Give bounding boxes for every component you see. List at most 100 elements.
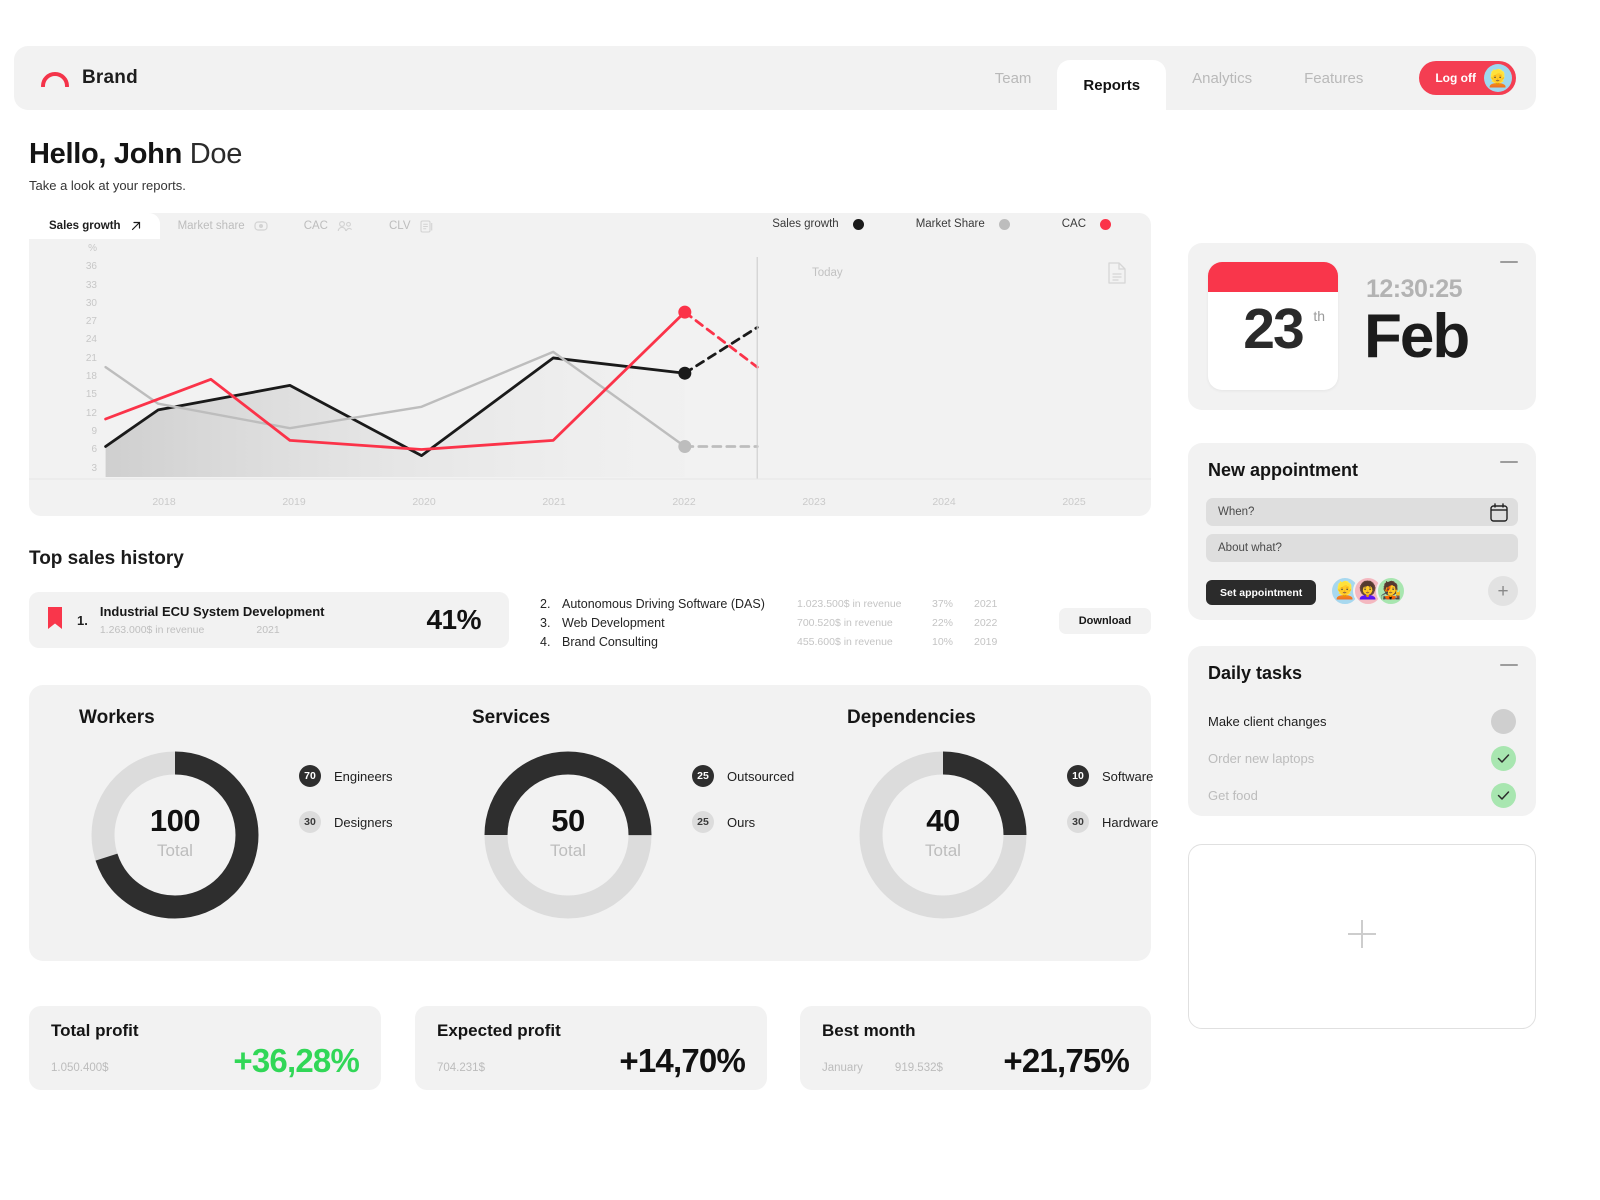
- task-row[interactable]: Make client changes: [1208, 709, 1516, 734]
- hero-sub: 1.263.000$ in revenue 2021: [100, 624, 325, 636]
- legend-row: 25 Outsourced: [692, 765, 794, 787]
- appointment-attendee-avatars: 👱 👩‍🦱 🧑‍🎤: [1330, 576, 1406, 606]
- stat-amount: 704.231$: [437, 1062, 485, 1074]
- stat-title: Total profit: [51, 1021, 139, 1040]
- x-tick: 2020: [412, 496, 436, 508]
- document-icon[interactable]: [1107, 261, 1127, 290]
- daily-tasks-card: Daily tasks Make client changes Order ne…: [1188, 646, 1536, 816]
- appointment-when-input[interactable]: [1206, 498, 1518, 526]
- y-tick: 21: [85, 352, 97, 364]
- logoff-label: Log off: [1435, 71, 1476, 85]
- tab-clv[interactable]: CLV: [371, 213, 451, 239]
- donut-total-label: Total: [550, 841, 586, 860]
- top-sales-list: 2. Autonomous Driving Software (DAS) 1.0…: [540, 594, 1040, 651]
- hero-year: 2021: [256, 624, 280, 636]
- appointment-about-input[interactable]: [1206, 534, 1518, 562]
- chart-legend: Sales growth Market Share CAC: [772, 218, 1111, 230]
- stat-title: Best month: [822, 1021, 916, 1040]
- donut-title-dependencies: Dependencies: [847, 707, 976, 728]
- minimize-icon[interactable]: [1500, 261, 1518, 263]
- y-tick: 12: [85, 407, 97, 419]
- nav-item-team[interactable]: Team: [969, 46, 1058, 110]
- row-revenue: 700.520$ in revenue: [797, 616, 893, 629]
- task-row[interactable]: Order new laptops: [1208, 746, 1516, 771]
- chart-tab-bar: Sales growth Market share CAC CLV: [29, 213, 451, 239]
- x-tick: 2024: [932, 496, 956, 508]
- avatar[interactable]: 🧑‍🎤: [1376, 576, 1406, 606]
- download-button[interactable]: Download: [1059, 608, 1151, 634]
- row-revenue: 455.600$ in revenue: [797, 635, 893, 648]
- hero-name: Industrial ECU System Development: [99, 604, 325, 619]
- legend-label: Engineers: [334, 768, 393, 784]
- top-navigation-bar: Brand Team Reports Analytics Features Lo…: [14, 46, 1536, 110]
- list-item[interactable]: 3. Web Development 700.520$ in revenue 2…: [540, 613, 1040, 632]
- donut-legend-dependencies: 10 Software 30 Hardware: [1067, 765, 1158, 857]
- legend-cac: CAC: [1062, 218, 1111, 230]
- hero-text: Industrial ECU System Development 1.263.…: [100, 604, 325, 636]
- y-tick: 36: [85, 261, 97, 273]
- nav-item-analytics[interactable]: Analytics: [1166, 46, 1278, 110]
- calendar-picker-icon[interactable]: [1490, 503, 1508, 527]
- tab-cac-label: CAC: [303, 220, 328, 232]
- top-sales-hero-item[interactable]: 1. Industrial ECU System Development 1.2…: [29, 592, 509, 648]
- minimize-icon[interactable]: [1500, 461, 1518, 463]
- y-tick: 6: [91, 444, 97, 456]
- tasks-title: Daily tasks: [1208, 663, 1303, 683]
- nav-item-features[interactable]: Features: [1278, 46, 1389, 110]
- task-checkbox[interactable]: [1491, 709, 1516, 734]
- task-checkbox[interactable]: [1491, 746, 1516, 771]
- y-tick: 27: [85, 316, 97, 328]
- task-label: Make client changes: [1208, 714, 1327, 729]
- plus-icon[interactable]: [1341, 913, 1383, 960]
- x-tick: 2019: [282, 496, 306, 508]
- logoff-button[interactable]: Log off 👱: [1419, 61, 1516, 95]
- people-icon: [337, 220, 353, 232]
- greeting: Hello, John Doe Take a look at your repo…: [29, 138, 242, 193]
- list-item[interactable]: 2. Autonomous Driving Software (DAS) 1.0…: [540, 594, 1040, 613]
- eye-icon: [254, 220, 268, 232]
- stat-title: Expected profit: [437, 1021, 561, 1040]
- calendar-header-strip: [1208, 262, 1338, 292]
- minimize-icon[interactable]: [1500, 664, 1518, 666]
- row-year: 2022: [974, 616, 998, 629]
- tab-market-share-label: Market share: [177, 220, 245, 232]
- nav-item-reports[interactable]: Reports: [1057, 60, 1167, 110]
- main-nav: Team Reports Analytics Features Log off …: [969, 46, 1536, 110]
- avatar[interactable]: 👱: [1484, 64, 1512, 92]
- row-rank: 4.: [540, 634, 551, 649]
- legend-badge: 10: [1067, 765, 1089, 787]
- tab-market-share[interactable]: Market share: [160, 213, 286, 239]
- task-row[interactable]: Get food: [1208, 783, 1516, 808]
- bookmark-icon[interactable]: [47, 606, 63, 635]
- hero-revenue: 1.263.000$ in revenue: [99, 624, 205, 636]
- chart-x-axis: 2018 2019 2020 2021 2022 2023 2024 2025: [99, 496, 1139, 508]
- y-axis-unit: %: [88, 243, 97, 254]
- hero-rank: 1.: [77, 612, 88, 628]
- donut-total-label: Total: [925, 841, 961, 860]
- add-attendee-button[interactable]: +: [1488, 576, 1518, 606]
- arc-logo-icon: [40, 69, 70, 88]
- hero-percent: 41%: [426, 604, 481, 635]
- row-name: Brand Consulting: [562, 634, 658, 649]
- x-tick: 2023: [802, 496, 826, 508]
- donut-title-workers: Workers: [79, 707, 155, 728]
- add-widget-card[interactable]: [1188, 844, 1536, 1029]
- legend-row: 10 Software: [1067, 765, 1158, 787]
- y-tick: 30: [85, 297, 97, 309]
- line-chart-svg: [29, 257, 1151, 480]
- donut-chart-dependencies: 40 Total: [847, 751, 1039, 919]
- donut-center-dependencies: 40 Total: [847, 803, 1039, 861]
- task-checkbox[interactable]: [1491, 783, 1516, 808]
- tab-sales-growth[interactable]: Sales growth: [29, 213, 160, 239]
- stat-card-total-profit: Total profit 1.050.400$ +36,28%: [29, 1006, 381, 1090]
- donut-total-value: 50: [551, 803, 585, 838]
- set-appointment-button[interactable]: Set appointment: [1206, 580, 1317, 605]
- list-item[interactable]: 4. Brand Consulting 455.600$ in revenue …: [540, 632, 1040, 651]
- tab-cac[interactable]: CAC: [286, 213, 371, 239]
- x-tick: 2021: [542, 496, 566, 508]
- greeting-subtitle: Take a look at your reports.: [29, 178, 186, 193]
- legend-label: Ours: [727, 814, 756, 830]
- stat-delta: +14,70%: [619, 1042, 745, 1079]
- tab-clv-label: CLV: [388, 220, 411, 232]
- tab-sales-growth-label: Sales growth: [49, 220, 121, 232]
